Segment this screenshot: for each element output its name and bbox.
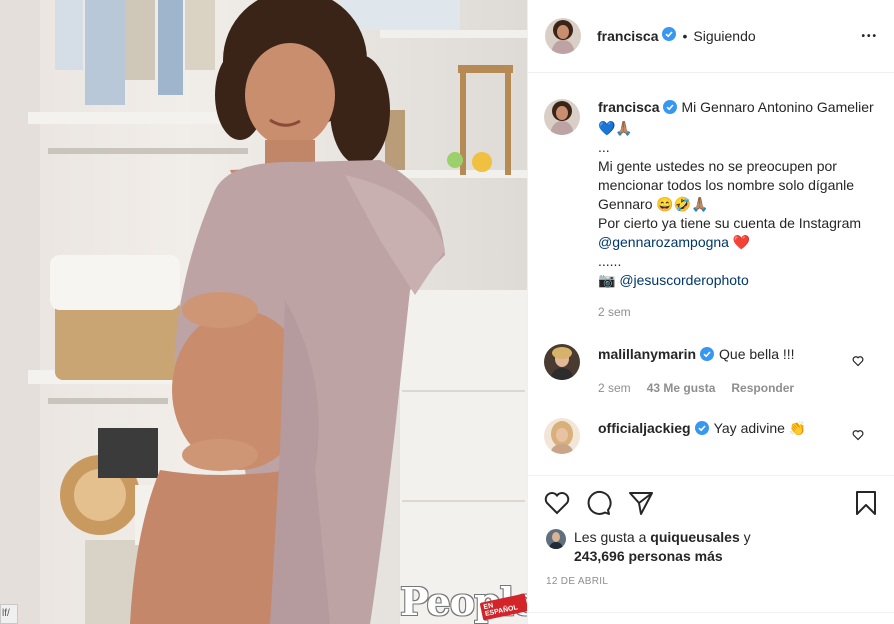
share-paper-plane-icon[interactable]: [628, 490, 654, 516]
comment-body: malillanymarin Que bella !!! 2 sem 43 Me …: [598, 344, 878, 398]
caption-avatar[interactable]: [544, 99, 580, 135]
comments-list[interactable]: francisca Mi Gennaro Antonino Gamelier 💙🙏…: [528, 74, 894, 474]
caption: francisca Mi Gennaro Antonino Gamelier 💙🙏…: [544, 98, 878, 322]
comment-avatar[interactable]: [544, 344, 580, 380]
likes-text: Les gusta a quiqueusales y 243,696 perso…: [574, 528, 751, 566]
comment-username[interactable]: malillanymarin: [598, 346, 696, 362]
likes-middle: y: [739, 529, 751, 545]
liker-avatar[interactable]: [546, 529, 566, 549]
caption-line4: Por cierto ya tiene su cuenta de Instagr…: [598, 215, 862, 231]
photo-scene: [0, 0, 527, 624]
post-panel: francisca • Siguiendo ••• francisca Mi Ge…: [527, 0, 894, 624]
comment-avatar[interactable]: [544, 418, 580, 454]
post-photo[interactable]: People EN ESPAÑOL lf/: [0, 0, 527, 624]
post-header: francisca • Siguiendo •••: [528, 0, 894, 73]
likes-prefix: Les gusta a: [574, 529, 651, 545]
action-icons: [544, 488, 878, 518]
following-button[interactable]: Siguiendo: [693, 28, 755, 44]
reply-button[interactable]: Responder: [731, 379, 794, 398]
comment-item: officialjackieg Yay adivine 👏: [544, 418, 878, 454]
separator-dot: •: [682, 28, 688, 44]
comment-time[interactable]: 2 sem: [598, 379, 631, 398]
comment-bubble-icon[interactable]: [586, 490, 612, 516]
author-username[interactable]: francisca: [597, 28, 658, 44]
verified-badge-icon: [694, 421, 709, 440]
more-options-icon[interactable]: •••: [861, 31, 878, 42]
comment-like-icon[interactable]: [852, 428, 864, 446]
comment-text: Yay adivine 👏: [713, 420, 807, 436]
comment-body: officialjackieg Yay adivine 👏: [598, 418, 878, 454]
caption-line5: ......: [598, 253, 622, 269]
caption-line3: Mi gente ustedes no se preocupen por men…: [598, 158, 855, 212]
caption-username[interactable]: francisca: [598, 99, 659, 115]
like-heart-icon[interactable]: [544, 491, 570, 515]
comment-like-icon[interactable]: [852, 354, 864, 372]
author-avatar[interactable]: [545, 18, 581, 54]
add-comment-bar[interactable]: [528, 612, 894, 624]
caption-body: francisca Mi Gennaro Antonino Gamelier 💙🙏…: [598, 98, 878, 322]
mention-link[interactable]: @gennarozampogna: [598, 234, 729, 250]
likes-summary: Les gusta a quiqueusales y 243,696 perso…: [546, 528, 878, 566]
verified-badge-icon: [662, 26, 677, 46]
comment-text: Que bella !!!: [719, 346, 795, 362]
comment-username[interactable]: officialjackieg: [598, 420, 691, 436]
verified-badge-icon: [700, 347, 715, 366]
liker-username[interactable]: quiqueusales: [650, 529, 739, 545]
likes-count[interactable]: 243,696 personas más: [574, 548, 723, 564]
verified-badge-icon: [663, 100, 678, 119]
comment-meta: 2 sem 43 Me gusta Responder: [598, 379, 878, 398]
comment-item: malillanymarin Que bella !!! 2 sem 43 Me …: [544, 344, 878, 398]
corner-tag: lf/: [0, 604, 18, 624]
credit-link[interactable]: @jesuscorderophoto: [619, 272, 748, 288]
caption-line2: ...: [598, 139, 610, 155]
camera-icon: 📷: [598, 272, 620, 288]
comment-likes[interactable]: 43 Me gusta: [647, 379, 716, 398]
caption-time[interactable]: 2 sem: [598, 303, 631, 322]
save-bookmark-icon[interactable]: [854, 490, 878, 516]
mention-suffix: ❤️: [728, 234, 751, 250]
post-actions: Les gusta a quiqueusales y 243,696 perso…: [528, 475, 894, 587]
caption-meta: 2 sem: [598, 303, 878, 322]
post-date[interactable]: 12 DE ABRIL: [546, 576, 878, 587]
